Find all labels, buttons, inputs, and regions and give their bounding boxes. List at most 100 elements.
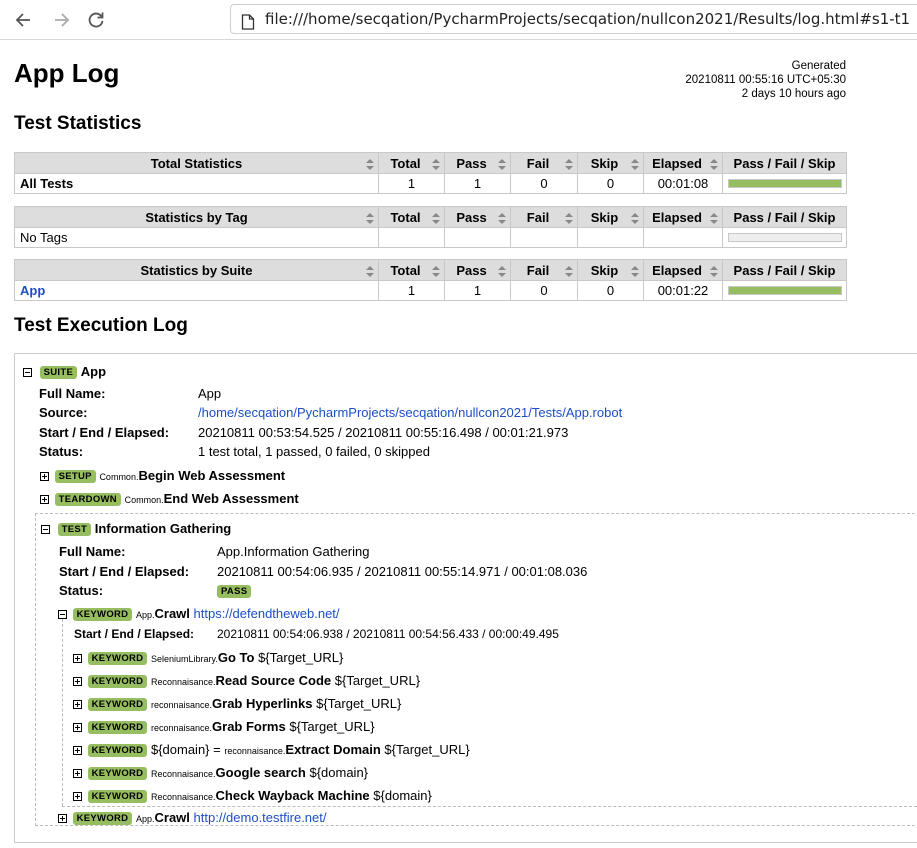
expand-icon[interactable]	[73, 769, 82, 779]
keyword-label: KEYWORD	[72, 812, 133, 826]
back-arrow-icon[interactable]	[14, 10, 34, 30]
list-item[interactable]: KEYWORD reconnaisance.Grab Forms ${Targe…	[73, 719, 375, 735]
stat-name: No Tags	[14, 227, 379, 248]
test-statistics-heading: Test Statistics	[14, 113, 142, 134]
column-header-name[interactable]: Statistics by Suite	[14, 259, 379, 281]
suite-link[interactable]: App	[20, 283, 45, 298]
keyword-arg-link[interactable]: http://demo.testfire.net/	[194, 810, 327, 825]
generated-ago: 2 days 10 hours ago	[741, 88, 846, 100]
column-header-fail[interactable]: Fail	[510, 206, 578, 228]
stat-total: 1	[378, 280, 445, 301]
crawl-keyword[interactable]: KEYWORD App.Crawl http://demo.testfire.n…	[58, 810, 327, 826]
stat-graph	[722, 227, 847, 248]
keyword-name: Google search	[215, 765, 306, 780]
keyword-guide	[62, 619, 63, 806]
column-header-elapsed[interactable]: Elapsed	[643, 152, 723, 174]
expand-icon[interactable]	[58, 814, 67, 824]
keyword-label: KEYWORD	[87, 744, 148, 758]
column-header-pass-fail-skip[interactable]: Pass / Fail / Skip	[722, 206, 847, 228]
collapse-icon[interactable]	[58, 610, 67, 620]
keyword-args: ${Target_URL}	[258, 650, 344, 665]
table-row: All Tests 1 1 0 0 00:01:08	[14, 173, 847, 194]
column-header-skip[interactable]: Skip	[577, 259, 644, 281]
column-header-pass[interactable]: Pass	[444, 152, 511, 174]
sort-icon[interactable]	[432, 212, 440, 227]
stat-total: 1	[378, 173, 445, 194]
column-header-elapsed[interactable]: Elapsed	[643, 206, 723, 228]
expand-icon[interactable]	[40, 472, 49, 482]
list-item[interactable]: KEYWORD Reconnaisance.Check Wayback Mach…	[73, 788, 432, 804]
list-item[interactable]: KEYWORD Reconnaisance.Read Source Code $…	[73, 673, 421, 689]
keyword-parent: Common	[124, 495, 162, 505]
column-header-total[interactable]: Total	[378, 259, 445, 281]
column-header-total[interactable]: Total	[378, 206, 445, 228]
stat-name[interactable]: All Tests	[14, 173, 379, 194]
sort-icon[interactable]	[710, 158, 718, 173]
column-header-pass-fail-skip[interactable]: Pass / Fail / Skip	[722, 259, 847, 281]
expand-icon[interactable]	[73, 746, 82, 756]
column-header-fail[interactable]: Fail	[510, 259, 578, 281]
expand-icon[interactable]	[73, 677, 82, 687]
column-header-elapsed[interactable]: Elapsed	[643, 259, 723, 281]
sort-icon[interactable]	[631, 212, 639, 227]
reload-icon[interactable]	[86, 10, 106, 30]
column-header-total[interactable]: Total	[378, 152, 445, 174]
column-header-pass[interactable]: Pass	[444, 206, 511, 228]
sort-icon[interactable]	[710, 212, 718, 227]
sort-icon[interactable]	[565, 212, 573, 227]
list-item[interactable]: KEYWORD reconnaisance.Grab Hyperlinks ${…	[73, 696, 401, 712]
column-header-pass-fail-skip[interactable]: Pass / Fail / Skip	[722, 152, 847, 174]
sort-icon[interactable]	[366, 265, 374, 280]
list-item[interactable]: KEYWORD Reconnaisance.Google search ${do…	[73, 765, 368, 781]
sort-icon[interactable]	[366, 212, 374, 227]
expand-icon[interactable]	[73, 723, 82, 733]
keyword-arg-link[interactable]: https://defendtheweb.net/	[194, 606, 340, 621]
pass-bar-fill	[729, 287, 841, 294]
keyword-name: Crawl	[154, 606, 190, 621]
sort-icon[interactable]	[366, 158, 374, 173]
suite-header[interactable]: SUITE App	[23, 364, 106, 380]
keyword-label: KEYWORD	[87, 790, 148, 804]
table-header-row: Total Statistics Total Pass Fail Skip El…	[14, 152, 847, 174]
sort-icon[interactable]	[432, 265, 440, 280]
collapse-icon[interactable]	[23, 368, 32, 378]
pass-bar-fill	[729, 180, 841, 187]
column-header-skip[interactable]: Skip	[577, 152, 644, 174]
sort-icon[interactable]	[498, 212, 506, 227]
expand-icon[interactable]	[73, 700, 82, 710]
teardown-keyword[interactable]: TEARDOWN Common.End Web Assessment	[40, 491, 299, 507]
sort-icon[interactable]	[565, 265, 573, 280]
column-header-name[interactable]: Statistics by Tag	[14, 206, 379, 228]
sort-icon[interactable]	[498, 158, 506, 173]
column-header-fail[interactable]: Fail	[510, 152, 578, 174]
stat-skip: 0	[577, 173, 644, 194]
sort-icon[interactable]	[631, 265, 639, 280]
expand-icon[interactable]	[40, 495, 49, 505]
sort-icon[interactable]	[565, 158, 573, 173]
expand-icon[interactable]	[73, 792, 82, 802]
list-item[interactable]: KEYWORD ${domain} = reconnaisance.Extrac…	[73, 742, 470, 758]
suite-source-link[interactable]: /home/secqation/PycharmProjects/secqatio…	[198, 405, 622, 420]
column-header-name[interactable]: Total Statistics	[14, 152, 379, 174]
setup-keyword[interactable]: SETUP Common.Begin Web Assessment	[40, 468, 286, 484]
crawl-keyword[interactable]: KEYWORD App.Crawl https://defendtheweb.n…	[58, 606, 340, 622]
expand-icon[interactable]	[73, 654, 82, 664]
sort-icon[interactable]	[498, 265, 506, 280]
collapse-icon[interactable]	[41, 525, 50, 535]
sort-icon[interactable]	[710, 265, 718, 280]
url-text: file:///home/secqation/PycharmProjects/s…	[265, 10, 911, 28]
stat-fail: 0	[510, 173, 578, 194]
keyword-label: KEYWORD	[87, 698, 148, 712]
column-header-pass[interactable]: Pass	[444, 259, 511, 281]
keyword-args: ${Target_URL}	[334, 673, 421, 688]
keyword-name: Begin Web Assessment	[138, 468, 286, 483]
stat-pass: 1	[444, 173, 511, 194]
forward-arrow-icon[interactable]	[51, 10, 71, 30]
address-bar[interactable]: file:///home/secqation/PycharmProjects/s…	[230, 4, 917, 34]
sort-icon[interactable]	[432, 158, 440, 173]
sort-icon[interactable]	[631, 158, 639, 173]
list-item[interactable]: KEYWORD SeleniumLibrary.Go To ${Target_U…	[73, 650, 344, 666]
stat-name: App	[14, 280, 379, 301]
column-header-skip[interactable]: Skip	[577, 206, 644, 228]
test-header[interactable]: TEST Information Gathering	[41, 521, 231, 537]
